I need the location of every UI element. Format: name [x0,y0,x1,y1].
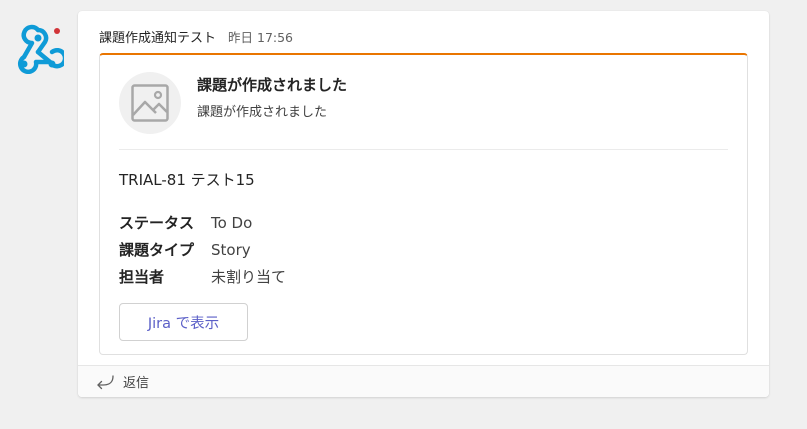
sender-name[interactable]: 課題作成通知テスト [99,27,216,46]
card-thumbnail [119,72,181,134]
fact-row-status: ステータス To Do [119,209,286,236]
fact-value: Story [211,240,251,259]
fact-key: 担当者 [119,268,165,286]
sender-avatar[interactable] [12,22,64,74]
adaptive-card: 課題が作成されました 課題が作成されました TRIAL-81 テスト15 ステー… [99,53,748,355]
fact-row-issue-type: 課題タイプ Story [119,236,286,263]
issue-heading: TRIAL-81 テスト15 [119,171,255,189]
reply-label: 返信 [123,376,150,391]
fact-key: 課題タイプ [119,241,195,259]
image-placeholder-icon [131,84,169,122]
reply-bar: 返信 [78,365,769,397]
reply-icon [95,373,115,391]
chat-message: 課題作成通知テスト 昨日 17:56 課題が作成されました 課題が作成されました… [78,11,769,397]
card-title: 課題が作成されました [197,76,348,94]
message-header: 課題作成通知テスト 昨日 17:56 [99,27,293,46]
fact-value: 未割り当て [211,268,287,286]
fact-row-assignee: 担当者 未割り当て [119,263,286,290]
card-subtitle: 課題が作成されました [197,105,328,120]
notification-dot [54,28,60,34]
fact-set: ステータス To Do 課題タイプ Story 担当者 未割り当て [119,209,286,290]
card-divider [119,149,728,150]
view-in-jira-button[interactable]: Jira で表示 [119,303,248,341]
fact-value: To Do [211,213,253,232]
fact-key: ステータス [119,214,195,232]
message-timestamp: 昨日 17:56 [228,30,294,45]
reply-button[interactable]: 返信 [95,372,149,391]
